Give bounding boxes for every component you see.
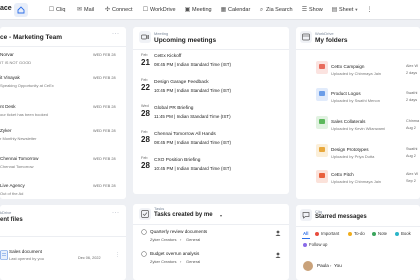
- meetings-card: Meeting Upcoming meetings Feb 21 CeEx Ki…: [133, 27, 289, 194]
- task-status-icon[interactable]: [141, 251, 147, 257]
- chevron-down-icon[interactable]: ▾: [358, 215, 360, 220]
- meeting-icon: [141, 34, 149, 40]
- mail-icon: ✉: [76, 7, 83, 13]
- starred-messages-card: Cliq Starred messages ▾ All Important To…: [296, 205, 420, 280]
- nav-cliq[interactable]: ☐ Cliq: [47, 4, 66, 16]
- files-app-label: kDrive: [0, 210, 12, 215]
- nav-meeting[interactable]: ▣ Meeting: [183, 4, 212, 16]
- divider: [0, 236, 126, 237]
- more-apps-button[interactable]: ⋮: [365, 4, 374, 16]
- sheet-icon: ▤: [331, 7, 338, 13]
- divider: [0, 46, 126, 47]
- chevron-down-icon[interactable]: ▾: [220, 213, 222, 218]
- nav-connect[interactable]: ✣ Connect: [103, 4, 133, 16]
- cliq-app-tile: [300, 209, 312, 221]
- nav-sheet[interactable]: ▤ Sheet▼: [330, 4, 359, 16]
- file-date: Dec 06, 2022: [78, 256, 101, 260]
- more-options-icon[interactable]: ···: [112, 31, 120, 37]
- feeds-title: ce - Marketing Team: [0, 34, 63, 41]
- folder-thumbnail: [316, 116, 328, 129]
- meetings-title: Upcoming meetings: [154, 37, 217, 44]
- message-from: Paula: [317, 263, 329, 268]
- calendar-icon: ▦: [220, 7, 227, 13]
- todo-dot: [348, 231, 352, 236]
- active-tab-indicator: [302, 238, 310, 239]
- nav-workdrive[interactable]: ☐ WorkDrive: [141, 4, 176, 16]
- home-button[interactable]: [14, 3, 28, 17]
- workdrive-app-tile: [300, 31, 312, 43]
- tab-todo[interactable]: To-do: [348, 231, 365, 236]
- folder-thumbnail: [316, 170, 328, 183]
- nav-mail[interactable]: ✉ Mail: [75, 4, 94, 16]
- drive-icon: [302, 33, 310, 41]
- show-icon: ☰: [301, 7, 308, 13]
- meetings-app-label: Meeting: [154, 31, 169, 36]
- files-title: ent files: [0, 217, 23, 223]
- tab-follow-up[interactable]: Follow up: [303, 242, 327, 247]
- nav-zia-search[interactable]: ⌕ Zia Search: [257, 4, 293, 16]
- divider: [133, 49, 289, 50]
- message-to: You: [334, 263, 342, 268]
- chat-icon: [302, 212, 310, 219]
- tab-note[interactable]: Note: [372, 231, 387, 236]
- important-dot: [315, 231, 319, 236]
- brand-name: ace: [0, 5, 12, 12]
- tab-book[interactable]: Book: [395, 231, 411, 236]
- connect-icon: ✣: [104, 7, 111, 13]
- file-name: Sales document: [9, 249, 42, 254]
- tasks-card: Tasks Tasks created by me ▾ Quarterly re…: [133, 204, 289, 280]
- tasks-icon: [141, 210, 149, 218]
- nav-calendar[interactable]: ▦ Calendar: [219, 4, 251, 16]
- avatar: [303, 261, 313, 271]
- tasks-title: Tasks created by me: [154, 212, 213, 218]
- follow-up-dot: [303, 242, 307, 247]
- divider: [296, 49, 420, 50]
- chat-icon: ☐: [48, 7, 55, 13]
- folder-thumbnail: [316, 144, 328, 157]
- more-options-icon[interactable]: ···: [112, 210, 120, 216]
- task-status-icon[interactable]: [141, 229, 147, 235]
- tasks-app-tile: [139, 208, 151, 220]
- search-icon: ⌕: [259, 7, 264, 13]
- folders-app-label: WorkDrive: [315, 31, 334, 36]
- chevron-down-icon: ▼: [354, 7, 359, 12]
- nav-show[interactable]: ☰ Show: [300, 4, 323, 16]
- tab-important[interactable]: Important: [315, 231, 339, 236]
- folders-title: My folders: [315, 37, 348, 44]
- divider: [133, 224, 289, 225]
- user-icon: [275, 230, 281, 236]
- arrow-right-icon: ›: [330, 263, 332, 268]
- document-icon: [0, 250, 8, 260]
- folders-card: WorkDrive My folders CeEx Campaign Uploa…: [296, 27, 420, 199]
- feeds-card: ce - Marketing Team ··· Norvar WED FEB 2…: [0, 27, 126, 199]
- top-navigation-bar: ace ☐ Cliq ✉ Mail ✣ Connect ☐ WorkDrive ▣ Mee…: [0, 0, 420, 20]
- more-icon: ⋮: [366, 7, 373, 13]
- recent-files-card: kDrive ent files ··· Sales document Last…: [0, 205, 126, 280]
- divider: [296, 226, 420, 227]
- more-options-icon[interactable]: ⋮: [115, 252, 121, 258]
- folder-thumbnail: [316, 61, 328, 74]
- note-dot: [372, 231, 376, 236]
- folder-thumbnail: [316, 88, 328, 101]
- drive-icon: ☐: [142, 7, 149, 13]
- home-icon: [17, 6, 25, 14]
- book-dot: [395, 231, 399, 236]
- tab-all[interactable]: All: [303, 231, 309, 236]
- meeting-app-tile: [139, 31, 151, 43]
- file-meta: Last opened by you: [9, 256, 44, 261]
- user-icon: [275, 252, 281, 258]
- meeting-icon: ▣: [184, 7, 191, 13]
- tasks-app-label: Tasks: [154, 206, 165, 211]
